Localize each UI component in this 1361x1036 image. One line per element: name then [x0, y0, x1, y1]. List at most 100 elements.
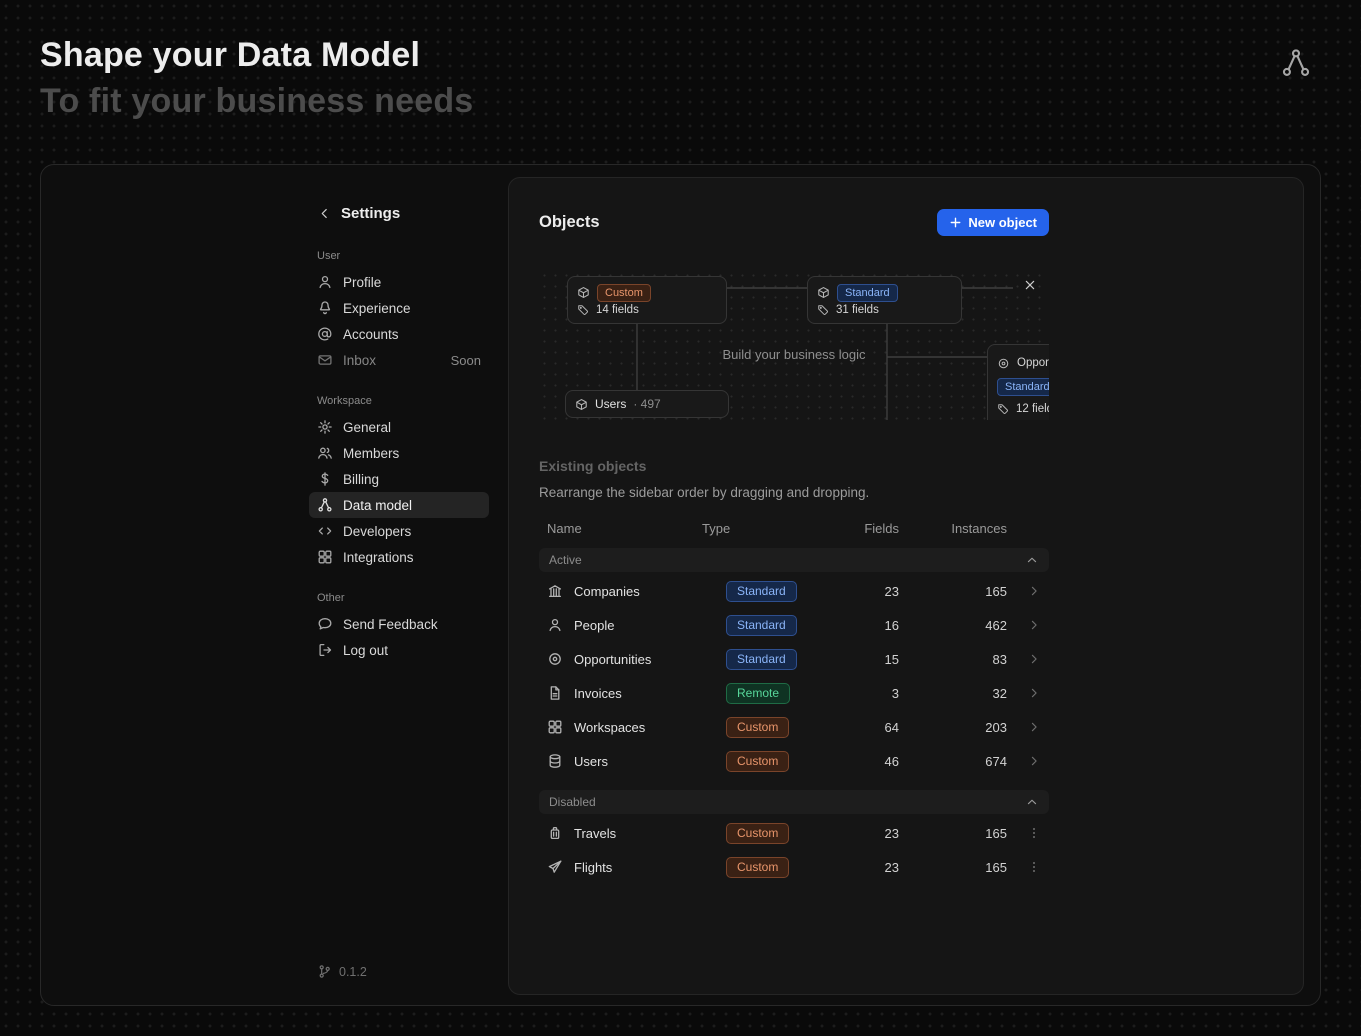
objects-title: Objects [539, 213, 600, 232]
version-label: 0.1.2 [339, 965, 367, 979]
luggage-icon [547, 825, 563, 841]
chevron-up-icon [1025, 795, 1039, 809]
table-row-workspaces[interactable]: Workspaces Custom 64 203 [539, 710, 1049, 744]
user-icon [317, 274, 333, 290]
page-headline: Shape your Data Model To fit your busine… [40, 32, 473, 124]
table-row-travels[interactable]: Travels Custom 23 165 [539, 816, 1049, 850]
canvas-node-row: Opportunities [997, 357, 1049, 370]
at-icon [317, 326, 333, 342]
sidebar-item-label: Inbox [343, 353, 376, 368]
canvas-node-opportunities[interactable]: Opportunities Standard 12 fields [987, 344, 1049, 420]
sidebar-item-profile[interactable]: Profile [309, 269, 489, 295]
sidebar-item-log-out[interactable]: Log out [309, 637, 489, 663]
existing-objects-subheading: Rearrange the sidebar order by dragging … [539, 485, 1303, 500]
existing-objects-heading: Existing objects [539, 458, 1303, 474]
canvas-close-button[interactable] [1023, 278, 1037, 297]
fields-count: 12 fields [1016, 403, 1049, 415]
sidebar-item-integrations[interactable]: Integrations [309, 544, 489, 570]
chevron-up-icon [1025, 553, 1039, 567]
group-header-disabled[interactable]: Disabled [539, 790, 1049, 814]
sidebar-item-accounts[interactable]: Accounts [309, 321, 489, 347]
instances-value: 165 [899, 584, 1007, 599]
code-icon [317, 523, 333, 539]
box-icon [817, 286, 830, 299]
objects-header: Objects New object [539, 209, 1049, 236]
table-row-opportunities[interactable]: Opportunities Standard 15 83 [539, 642, 1049, 676]
headline-line1: Shape your Data Model [40, 32, 473, 78]
section-label: Other [317, 592, 481, 604]
type-badge: Custom [726, 751, 789, 772]
sidebar-item-label: General [343, 420, 391, 435]
sidebar-item-label: Billing [343, 472, 379, 487]
sidebar-item-label: Profile [343, 275, 381, 290]
object-name: Invoices [574, 686, 622, 701]
table-row-people[interactable]: People Standard 16 462 [539, 608, 1049, 642]
instances-value: 83 [899, 652, 1007, 667]
chevron-right-icon [1027, 652, 1041, 666]
fields-value: 23 [836, 826, 899, 841]
type-badge: Standard [726, 615, 797, 636]
node-label: Users [595, 397, 626, 411]
instances-value: 203 [899, 720, 1007, 735]
active-rows: Companies Standard 23 165 People Standar… [539, 574, 1303, 778]
sidebar-item-data-model[interactable]: Data model [309, 492, 489, 518]
dollar-icon [317, 471, 333, 487]
settings-header: Settings [317, 205, 481, 222]
section-label: Workspace [317, 395, 481, 407]
target-icon [997, 357, 1010, 370]
settings-window: Settings User Profile Experience Account… [40, 164, 1321, 1006]
soon-badge: Soon [451, 353, 481, 368]
type-badge: Standard [726, 649, 797, 670]
plane-icon [547, 859, 563, 875]
fields-value: 3 [836, 686, 899, 701]
instances-value: 165 [899, 860, 1007, 875]
type-badge: Custom [597, 284, 651, 302]
database-icon [547, 753, 563, 769]
group-label: Disabled [549, 795, 596, 809]
sidebar-item-label: Members [343, 446, 399, 461]
table-row-companies[interactable]: Companies Standard 23 165 [539, 574, 1049, 608]
canvas-node-users[interactable]: Users · 497 [565, 390, 729, 418]
object-name: Opportunities [574, 652, 651, 667]
object-name: Users [574, 754, 608, 769]
sidebar-item-send-feedback[interactable]: Send Feedback [309, 611, 489, 637]
type-badge: Remote [726, 683, 790, 704]
kebab-menu-icon[interactable] [1027, 826, 1041, 840]
node-label: Opportunities [1017, 357, 1049, 369]
sidebar-item-experience[interactable]: Experience [309, 295, 489, 321]
canvas-node-custom[interactable]: Custom 14 fields [567, 276, 727, 324]
sidebar-item-billing[interactable]: Billing [309, 466, 489, 492]
canvas-node-row: 31 fields [817, 304, 952, 316]
sidebar-item-general[interactable]: General [309, 414, 489, 440]
instances-value: 674 [899, 754, 1007, 769]
tag-icon [577, 304, 589, 316]
new-object-button[interactable]: New object [937, 209, 1049, 236]
sidebar-item-label: Accounts [343, 327, 399, 342]
object-name: Flights [574, 860, 612, 875]
chevron-right-icon [1027, 754, 1041, 768]
table-header: Name Type Fields Instances [539, 521, 1049, 536]
table-row-flights[interactable]: Flights Custom 23 165 [539, 850, 1049, 884]
document-icon [547, 685, 563, 701]
canvas-caption: Build your business logic [539, 347, 1049, 362]
group-header-active[interactable]: Active [539, 548, 1049, 572]
type-badge: Custom [726, 823, 789, 844]
sidebar-item-members[interactable]: Members [309, 440, 489, 466]
table-row-invoices[interactable]: Invoices Remote 3 32 [539, 676, 1049, 710]
table-row-users[interactable]: Users Custom 46 674 [539, 744, 1049, 778]
sidebar-item-developers[interactable]: Developers [309, 518, 489, 544]
canvas-node-standard[interactable]: Standard 31 fields [807, 276, 962, 324]
kebab-menu-icon[interactable] [1027, 860, 1041, 874]
fields-value: 15 [836, 652, 899, 667]
bell-icon [317, 300, 333, 316]
members-icon [317, 445, 333, 461]
sidebar-section-user: User Profile Experience Accounts Inbox S… [317, 250, 481, 373]
target-icon [547, 651, 563, 667]
fields-count: 31 fields [836, 304, 879, 316]
objects-panel: Objects New object Custom 14 fields [508, 177, 1304, 995]
type-badge: Standard [837, 284, 898, 302]
data-model-canvas[interactable]: Custom 14 fields Standard 31 fields Buil… [539, 270, 1049, 420]
back-button[interactable] [317, 206, 332, 221]
sidebar-section-other: Other Send Feedback Log out [317, 592, 481, 663]
plus-icon [949, 216, 962, 229]
